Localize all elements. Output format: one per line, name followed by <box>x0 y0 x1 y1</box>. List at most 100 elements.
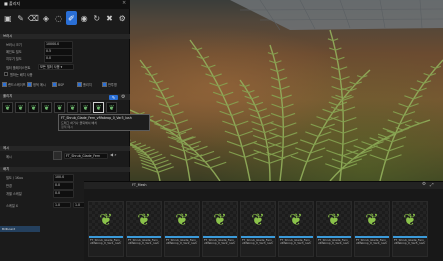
filter-label: BSP <box>58 82 65 87</box>
filter-toggle[interactable]: 폴리지 <box>77 82 92 87</box>
asset-tile[interactable]: ❦ FT_Shrub_Glade_Fern_vRfabrop_0_Var1_lus… <box>88 201 124 257</box>
foliage-type-thumbnail[interactable]: ❦ <box>54 102 65 113</box>
mesh-picker[interactable]: FT_Shrub_Glade_Fern <box>64 153 108 159</box>
reapply-icon[interactable]: ↻ <box>91 11 103 25</box>
close-icon[interactable]: × <box>122 0 126 6</box>
asset-name: FT_Shrub_Glade_Fern_vRfabrop_0_Var5_lush <box>394 238 426 246</box>
brush-row-label: 페인트 밀도 <box>6 50 22 54</box>
level-viewport[interactable] <box>130 0 443 181</box>
asset-tile[interactable]: ❦ FT_Shrub_Glade_Fern_vRfabrop_0_Var3_lus… <box>278 201 314 257</box>
filter-checkbox[interactable] <box>77 82 82 87</box>
asset-thumbnail: ❦ <box>89 202 123 236</box>
paint-toggle-button[interactable]: ✎ <box>109 95 118 100</box>
brush-section-header[interactable]: 브러시 <box>0 34 130 39</box>
placement-row-value[interactable]: 0.0 <box>53 182 74 190</box>
asset-tile[interactable]: ❦ FT_Shrub_Glade_Fern_vRfabrop_0_Var4_lus… <box>316 201 352 257</box>
filter-checkbox[interactable] <box>52 82 57 87</box>
filter-placement-label: 필터 플레이스먼트 <box>6 66 31 70</box>
scale-label: 스케일 X <box>6 204 18 208</box>
select-icon[interactable]: ▣ <box>2 11 14 25</box>
filter-checkbox[interactable] <box>27 82 32 87</box>
filter-placement-select[interactable]: 모든 필터 사용 ▾ <box>38 64 74 70</box>
asset-tile[interactable]: ❦ FT_Shrub_Glade_Fern_vRfabrop_0_Var4_lus… <box>354 201 390 257</box>
asset-grid: ❦ FT_Shrub_Glade_Fern_vRfabrop_0_Var1_lus… <box>88 201 440 259</box>
brush-row-label: 지우기 밀도 <box>6 57 22 61</box>
expand-icon[interactable]: ⤢ <box>430 182 434 188</box>
filter-toggle[interactable]: BSP <box>52 82 64 87</box>
filter-checkbox[interactable] <box>2 82 7 87</box>
foliage-type-thumbnail[interactable]: ❦ <box>15 102 26 113</box>
filter-checkbox[interactable] <box>102 82 107 87</box>
asset-thumbnail: ❦ <box>127 202 161 236</box>
brush-settings: 브러시 크기 10000.0 페인트 밀도 0.5 지우기 밀도 0.0 <box>0 41 130 63</box>
placement-row-value[interactable]: 100.0 <box>53 174 74 182</box>
gear-icon[interactable]: ⚙ <box>121 94 125 100</box>
mesh-label: 메시 <box>6 155 12 159</box>
content-browser-header: FT_Mesh ⚙ ⤢ <box>84 182 443 189</box>
content-browser: FT_Mesh ⚙ ⤢ ❦ FT_Shrub_Glade_Fern_vRfabro… <box>84 181 443 261</box>
foliage-type-thumbnail[interactable]: ❦ <box>93 102 104 113</box>
panel-tab-bar: ■ 폴리지 × <box>0 0 130 9</box>
placement-section-header[interactable]: 배치 <box>0 167 130 172</box>
fill-icon[interactable]: ◈ <box>40 11 52 25</box>
placement-row-value[interactable]: 0.0 <box>53 190 74 198</box>
asset-thumbnail: ❦ <box>279 202 313 236</box>
remove-icon[interactable]: ✖ <box>104 11 116 25</box>
filter-toggle[interactable]: 반투명 <box>102 82 117 87</box>
foliage-list-title: 폴리지 <box>3 94 13 98</box>
asset-name: FT_Shrub_Glade_Fern_vRfabrop_0_Var2_lush <box>166 238 198 246</box>
foliage-type-thumbnail[interactable]: ❦ <box>67 102 78 113</box>
asset-thumbnail: ❦ <box>393 202 427 236</box>
asset-thumbnail: ❦ <box>317 202 351 236</box>
side-list-item[interactable]: Billboard <box>0 226 40 232</box>
settings-icon[interactable]: ⚙ <box>116 11 128 25</box>
foliage-type-thumbnail[interactable]: ❦ <box>28 102 39 113</box>
brush-row-value[interactable]: 0.0 <box>44 55 73 63</box>
foliage-type-thumbnail[interactable]: ❦ <box>106 102 117 113</box>
filter-toggle[interactable]: 정적 메시 <box>27 82 46 87</box>
foliage-tooltip: FT_Shrub_Glade_Fern_vRfabrop_0_Var3_lush… <box>58 114 150 131</box>
foliage-toolbar: ▣ ✎ ⌫ ◈ ◌ ✐ ◉ ↻ ✖ ⚙ <box>2 11 128 27</box>
brush-row-label: 브러시 크기 <box>6 43 22 47</box>
filter-label: 반투명 <box>108 83 117 87</box>
fern-scene <box>130 0 443 181</box>
browse-icon[interactable]: ◀ ⌕ <box>110 152 117 157</box>
asset-tile[interactable]: ❦ FT_Shrub_Glade_Fern_vRfabrop_0_Var5_lus… <box>392 201 428 257</box>
filter-toggle[interactable]: 랜드스케이프 <box>2 82 26 87</box>
filter-label: 폴리지 <box>83 83 92 87</box>
foliage-type-thumbnail[interactable]: ❦ <box>80 102 91 113</box>
asset-name: FT_Shrub_Glade_Fern_vRfabrop_0_Var1_lush <box>90 238 122 246</box>
lasso-icon[interactable]: ◌ <box>53 11 65 25</box>
asset-tile[interactable]: ❦ FT_Shrub_Glade_Fern_vRfabrop_0_Var2_lus… <box>202 201 238 257</box>
asset-tile[interactable]: ❦ FT_Shrub_Glade_Fern_vRfabrop_0_Var1_lus… <box>126 201 162 257</box>
placement-checkbox[interactable] <box>4 72 8 76</box>
scale-min-field[interactable]: 1.0 <box>53 202 71 208</box>
mesh-section-header[interactable]: 메시 <box>0 146 130 151</box>
foliage-type-thumbnail[interactable]: ❦ <box>41 102 52 113</box>
asset-tile[interactable]: ❦ FT_Shrub_Glade_Fern_vRfabrop_0_Var3_lus… <box>240 201 276 257</box>
erase-icon[interactable]: ⌫ <box>27 11 39 25</box>
placement-row-label: 개별 스케일 <box>6 192 22 196</box>
asset-name: FT_Shrub_Glade_Fern_vRfabrop_0_Var3_lush <box>280 238 312 246</box>
folder-path[interactable]: FT_Mesh <box>132 183 147 187</box>
asset-thumbnail: ❦ <box>203 202 237 236</box>
paint-icon[interactable]: ✎ <box>15 11 27 25</box>
asset-name: FT_Shrub_Glade_Fern_vRfabrop_0_Var2_lush <box>204 238 236 246</box>
mesh-thumbnail <box>53 151 62 160</box>
brush-icon[interactable]: ✐ <box>65 11 78 25</box>
filter-row: 랜드스케이프 정적 메시 BSP 폴리지 반투명 <box>2 82 128 90</box>
filter-label: 정적 메시 <box>33 83 46 87</box>
settings-icon[interactable]: ⚙ <box>422 182 426 187</box>
placement-row-label: 반경 <box>6 184 12 188</box>
asset-thumbnail: ❦ <box>355 202 389 236</box>
brush-row: 페인트 밀도 0.5 <box>0 48 130 56</box>
single-icon[interactable]: ◉ <box>78 11 90 25</box>
asset-tile[interactable]: ❦ FT_Shrub_Glade_Fern_vRfabrop_0_Var2_lus… <box>164 201 200 257</box>
brush-row: 지우기 밀도 0.0 <box>0 55 130 63</box>
foliage-type-thumbnail[interactable]: ❦ <box>2 102 13 113</box>
filter-label: 랜드스케이프 <box>8 83 26 87</box>
placement-row-label: 밀도 / 1Kuu <box>6 176 23 180</box>
asset-name: FT_Shrub_Glade_Fern_vRfabrop_0_Var3_lush <box>242 238 274 246</box>
foliage-tab[interactable]: ■ 폴리지 <box>4 1 20 7</box>
asset-thumbnail: ❦ <box>241 202 275 236</box>
